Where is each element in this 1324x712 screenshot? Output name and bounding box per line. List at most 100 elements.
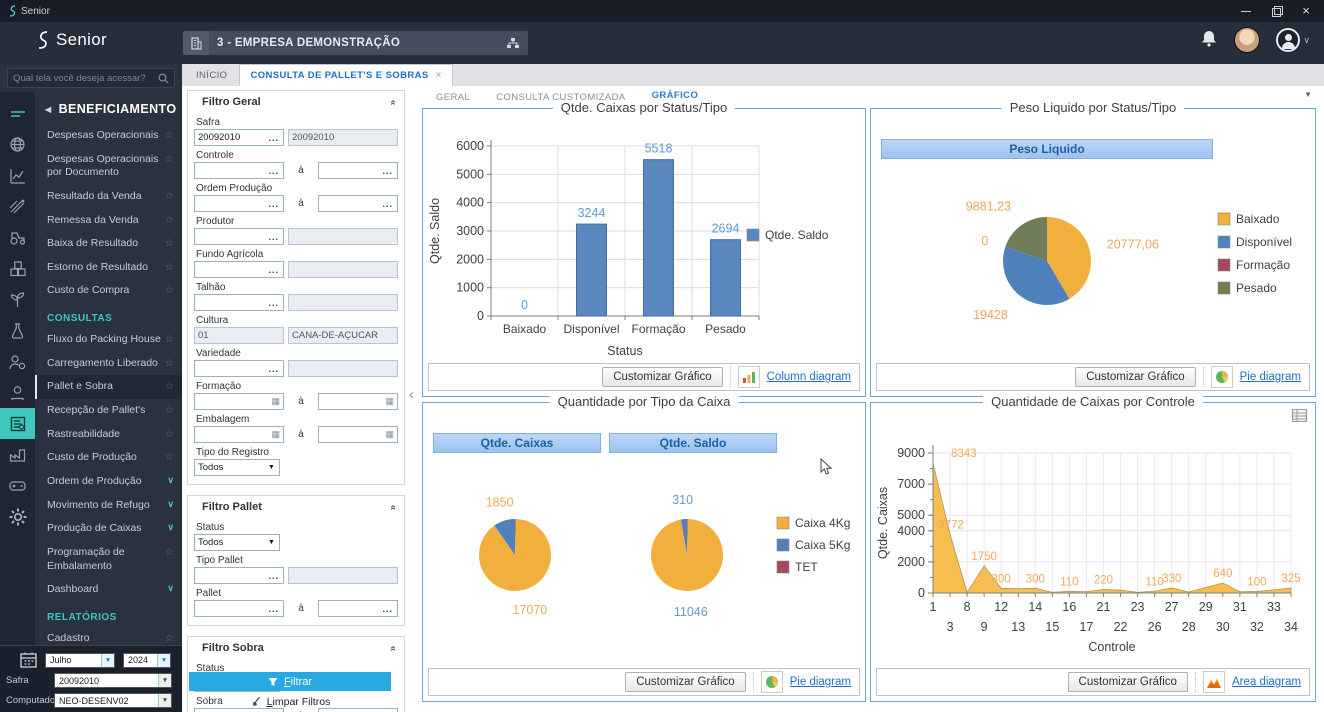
expand-chevron-icon[interactable]: ∨ bbox=[167, 499, 174, 511]
pie-diagram-icon[interactable] bbox=[1210, 366, 1233, 388]
lookup-field-from[interactable]: ... bbox=[194, 162, 284, 179]
column-diagram-icon[interactable] bbox=[737, 366, 760, 388]
tab-geral[interactable]: GERAL bbox=[436, 92, 470, 103]
sidebar-item[interactable]: Despesas Operacionais ☆ bbox=[35, 124, 182, 148]
favorite-star-icon[interactable]: ☆ bbox=[165, 284, 174, 297]
lookup-field-from[interactable]: ... bbox=[194, 195, 284, 212]
filtrar-button[interactable]: Filtrar bbox=[189, 672, 391, 691]
collapse-panel-handle[interactable]: ‹ bbox=[409, 386, 414, 403]
sidebar-item[interactable]: Custo de Compra ☆ bbox=[35, 279, 182, 303]
expand-chevron-icon[interactable]: ∨ bbox=[167, 522, 174, 534]
sidebar-item[interactable]: Estorno de Resultado ☆ bbox=[35, 256, 182, 280]
close-icon[interactable]: × bbox=[1300, 4, 1312, 17]
customizar-grafico-button[interactable]: Customizar Gráfico bbox=[602, 367, 723, 387]
controller-icon[interactable] bbox=[0, 470, 35, 501]
sidebar-item[interactable]: Recepção de Pallet's ☆ bbox=[35, 399, 182, 423]
favorite-star-icon[interactable]: ☆ bbox=[165, 153, 174, 166]
lookup-field[interactable]: ... bbox=[194, 360, 284, 377]
favorite-star-icon[interactable]: ☆ bbox=[165, 632, 174, 645]
globe-icon[interactable] bbox=[0, 129, 35, 160]
lookup-field-from[interactable]: ... bbox=[194, 600, 284, 617]
lookup-dots-icon[interactable]: ... bbox=[378, 199, 397, 209]
lookup-field-to[interactable]: ... bbox=[318, 708, 398, 712]
user-avatar[interactable] bbox=[1234, 27, 1261, 53]
restore-icon[interactable] bbox=[1270, 5, 1283, 17]
favorite-star-icon[interactable]: ☆ bbox=[165, 546, 174, 559]
date-field-from[interactable]: ▦ bbox=[194, 426, 284, 443]
area-diagram-link[interactable]: Area diagram bbox=[1232, 676, 1301, 688]
lookup-field[interactable]: 20092010... bbox=[194, 129, 284, 146]
lookup-dots-icon[interactable]: ... bbox=[378, 166, 397, 176]
expand-chevron-icon[interactable]: ∨ bbox=[167, 583, 174, 595]
sidebar-item[interactable]: Custo de Produção ☆ bbox=[35, 446, 182, 470]
select-arrow-icon[interactable]: ▼ bbox=[264, 464, 279, 471]
pie-diagram-icon[interactable] bbox=[760, 671, 783, 693]
favorite-star-icon[interactable]: ☆ bbox=[165, 190, 174, 203]
lookup-dots-icon[interactable]: ... bbox=[264, 265, 283, 275]
sidebar-item[interactable]: Despesas Operacionais por Documento ☆ bbox=[35, 148, 182, 185]
favorite-star-icon[interactable]: ☆ bbox=[165, 404, 174, 417]
computador-select[interactable]: NEO-DESENV02 ▼ bbox=[54, 693, 172, 708]
collapse-icon[interactable]: « bbox=[388, 645, 399, 651]
customizar-grafico-button[interactable]: Customizar Gráfico bbox=[1067, 672, 1188, 692]
month-select[interactable]: Julho ▼ bbox=[45, 652, 115, 668]
search-input[interactable]: Qual tela você deseja acessar? bbox=[7, 68, 175, 88]
sidebar-item[interactable]: Resultado da Venda ☆ bbox=[35, 185, 182, 209]
lookup-field-to[interactable]: ... bbox=[318, 195, 398, 212]
favorite-star-icon[interactable]: ☆ bbox=[165, 357, 174, 370]
minimize-icon[interactable] bbox=[1240, 5, 1252, 17]
favorite-star-icon[interactable]: ☆ bbox=[165, 214, 174, 227]
sidebar-item[interactable]: Dashboard ∨ bbox=[35, 578, 182, 602]
favorite-star-icon[interactable]: ☆ bbox=[165, 428, 174, 441]
org-chart-icon[interactable] bbox=[498, 37, 528, 50]
series-toggle-qtde-saldo[interactable]: Qtde. Saldo bbox=[609, 433, 777, 453]
lookup-dots-icon[interactable]: ... bbox=[264, 232, 283, 242]
pie-diagram-link[interactable]: Pie diagram bbox=[1240, 371, 1301, 383]
area-diagram-icon[interactable] bbox=[1202, 671, 1225, 693]
analytics-icon[interactable] bbox=[0, 160, 35, 191]
lookup-dots-icon[interactable]: ... bbox=[264, 199, 283, 209]
pallet-query-icon[interactable] bbox=[0, 408, 35, 439]
sidebar-item[interactable]: Remessa da Venda ☆ bbox=[35, 209, 182, 233]
lookup-dots-icon[interactable]: ... bbox=[264, 133, 283, 143]
collapse-icon[interactable]: « bbox=[388, 99, 399, 105]
filter-card-header[interactable]: Filtro Geral « bbox=[188, 91, 404, 112]
lookup-dots-icon[interactable]: ... bbox=[264, 571, 283, 581]
lookup-field[interactable]: ... bbox=[194, 294, 284, 311]
company-selector[interactable]: 3 - EMPRESA DEMONSTRAÇÃO bbox=[183, 31, 528, 55]
lookup-field[interactable]: ... bbox=[194, 567, 284, 584]
close-tab-icon[interactable]: × bbox=[436, 70, 442, 81]
lab-icon[interactable] bbox=[0, 315, 35, 346]
growth-icon[interactable] bbox=[0, 284, 35, 315]
sidebar-item[interactable]: Cadastro ☆ bbox=[35, 627, 182, 645]
date-field-to[interactable]: ▦ bbox=[318, 426, 398, 443]
packages-icon[interactable] bbox=[0, 253, 35, 284]
lookup-dots-icon[interactable]: ... bbox=[264, 166, 283, 176]
favorite-star-icon[interactable]: ☆ bbox=[165, 261, 174, 274]
operator-icon[interactable] bbox=[0, 346, 35, 377]
sidebar-item[interactable]: Programação de Embalamento ☆ bbox=[35, 541, 182, 578]
tab-inicio[interactable]: INÍCIO bbox=[184, 65, 239, 86]
customizar-grafico-button[interactable]: Customizar Gráfico bbox=[1075, 367, 1196, 387]
date-field-from[interactable]: ▦ bbox=[194, 393, 284, 410]
collapse-icon[interactable]: « bbox=[388, 504, 399, 510]
filter-card-header[interactable]: Filtro Pallet « bbox=[188, 496, 404, 517]
customizar-grafico-button[interactable]: Customizar Gráfico bbox=[625, 672, 746, 692]
user-icon[interactable] bbox=[0, 377, 35, 408]
module-header[interactable]: ◀ BENEFICIAMENTO bbox=[35, 92, 182, 124]
expand-chevron-icon[interactable]: ∨ bbox=[167, 475, 174, 487]
lookup-dots-icon[interactable]: ... bbox=[378, 604, 397, 614]
pie-diagram-link[interactable]: Pie diagram bbox=[790, 676, 851, 688]
calendar-icon[interactable]: ▦ bbox=[268, 396, 283, 407]
factory-icon[interactable] bbox=[0, 439, 35, 470]
gear-icon[interactable] bbox=[0, 501, 35, 532]
filter-card-header[interactable]: Filtro Sobra « bbox=[188, 637, 404, 658]
sidebar-item[interactable]: Movimento de Refugo ∨ bbox=[35, 494, 182, 518]
tab-consulta-pallets[interactable]: CONSULTA DE PALLET'S E SOBRAS × bbox=[239, 64, 453, 86]
column-diagram-link[interactable]: Column diagram bbox=[767, 371, 851, 383]
favorite-star-icon[interactable]: ☆ bbox=[165, 129, 174, 142]
notifications-bell-icon[interactable] bbox=[1200, 28, 1218, 53]
sidebar-item[interactable]: Pallet e Sobra ☆ bbox=[35, 375, 182, 400]
favorite-star-icon[interactable]: ☆ bbox=[165, 451, 174, 464]
lookup-field-to[interactable]: ... bbox=[318, 600, 398, 617]
